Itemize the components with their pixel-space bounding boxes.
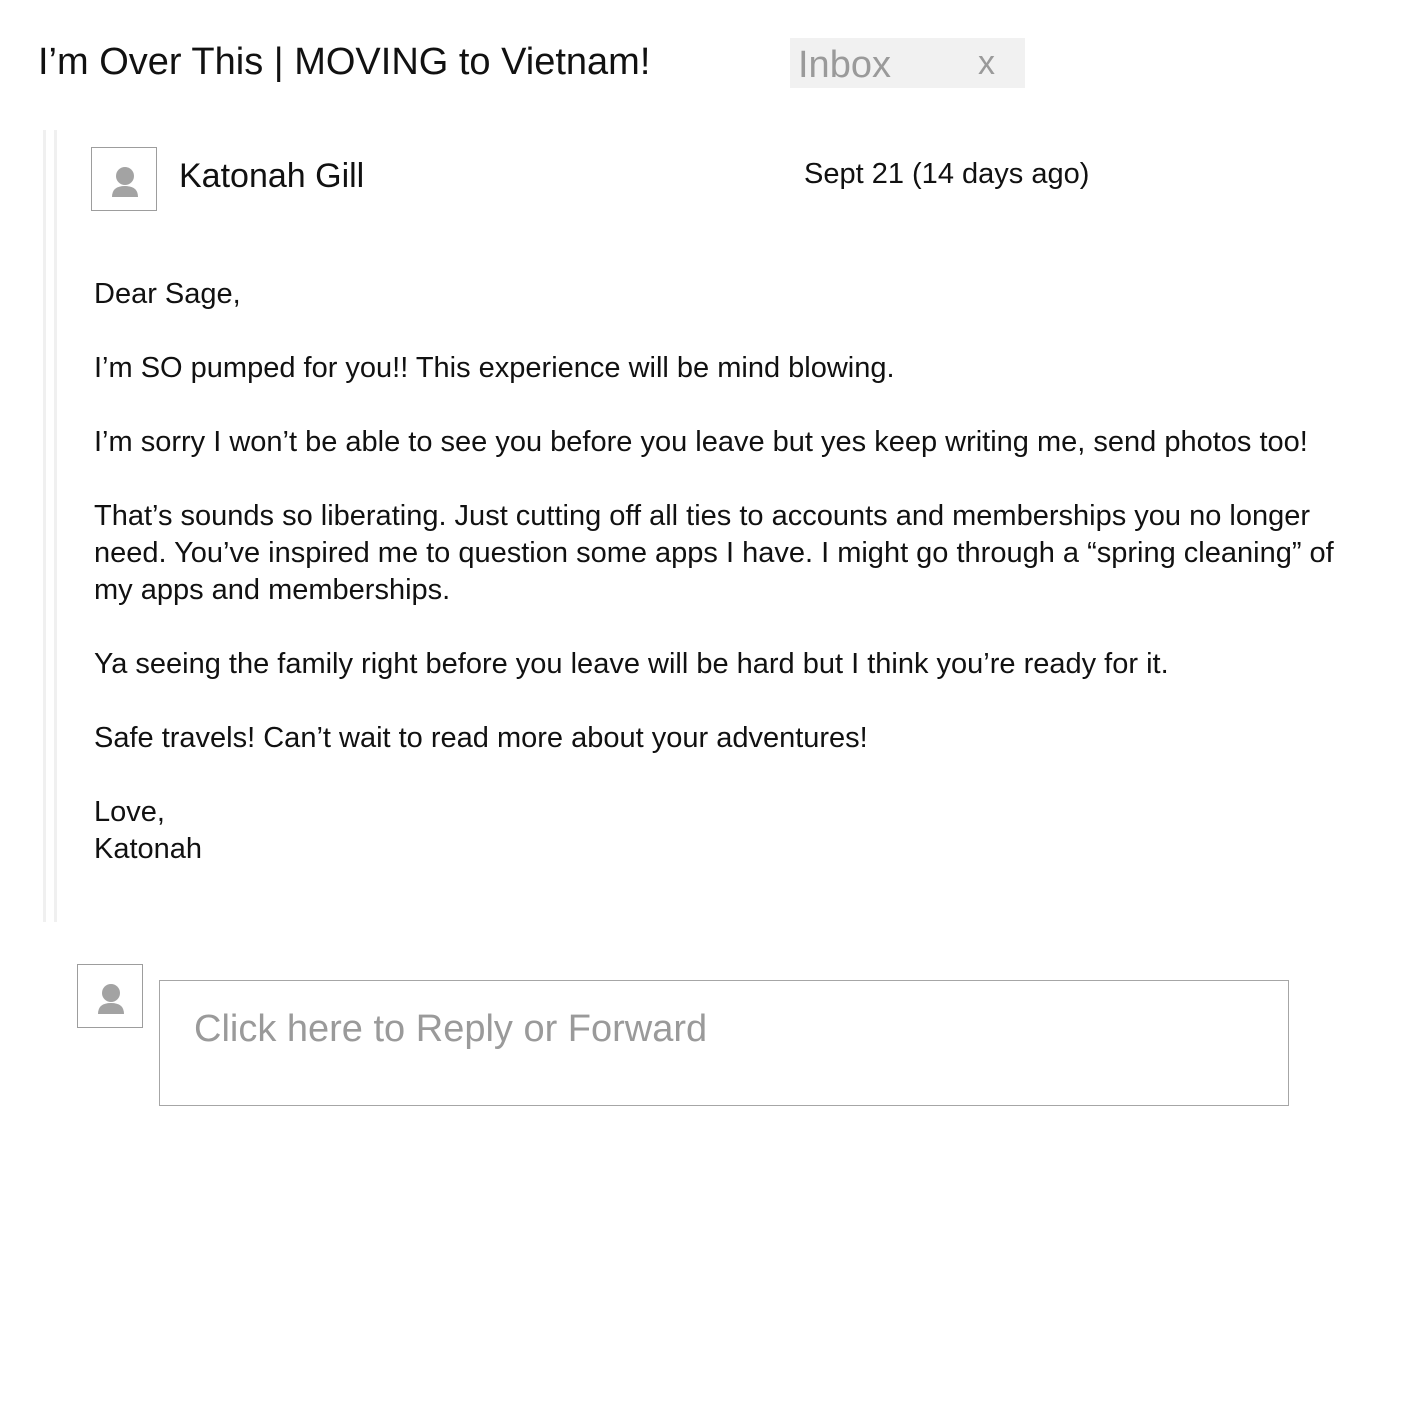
message-signoff: Love, Katonah [94, 794, 1334, 868]
message-paragraph: Ya seeing the family right before you le… [94, 648, 1169, 680]
remove-label-close-icon[interactable]: x [978, 40, 995, 86]
message-greeting: Dear Sage, [94, 278, 241, 310]
email-subject: I’m Over This | MOVING to Vietnam! [38, 41, 651, 83]
sender-avatar-person-icon [91, 147, 157, 211]
inbox-label-chip[interactable]: Inbox x [790, 38, 1025, 88]
message-paragraph: Safe travels! Can’t wait to read more ab… [94, 722, 868, 754]
message-body: Dear Sage, I’m SO pumped for you!! This … [94, 276, 1334, 868]
inbox-label-text: Inbox [798, 44, 891, 86]
message-paragraph: I’m sorry I won’t be able to see you bef… [94, 426, 1308, 458]
reply-avatar-person-icon [77, 964, 143, 1028]
message-paragraph: I’m SO pumped for you!! This experience … [94, 352, 895, 384]
reply-forward-input[interactable]: Click here to Reply or Forward [159, 980, 1289, 1106]
signoff-text: Love, [94, 796, 165, 828]
message-date: Sept 21 (14 days ago) [804, 158, 1090, 190]
sender-name[interactable]: Katonah Gill [179, 154, 364, 198]
message-paragraph: That’s sounds so liberating. Just cuttin… [94, 500, 1334, 606]
signature-text: Katonah [94, 833, 203, 865]
reply-placeholder: Click here to Reply or Forward [194, 1008, 708, 1050]
thread-indicator-rail [43, 130, 57, 922]
